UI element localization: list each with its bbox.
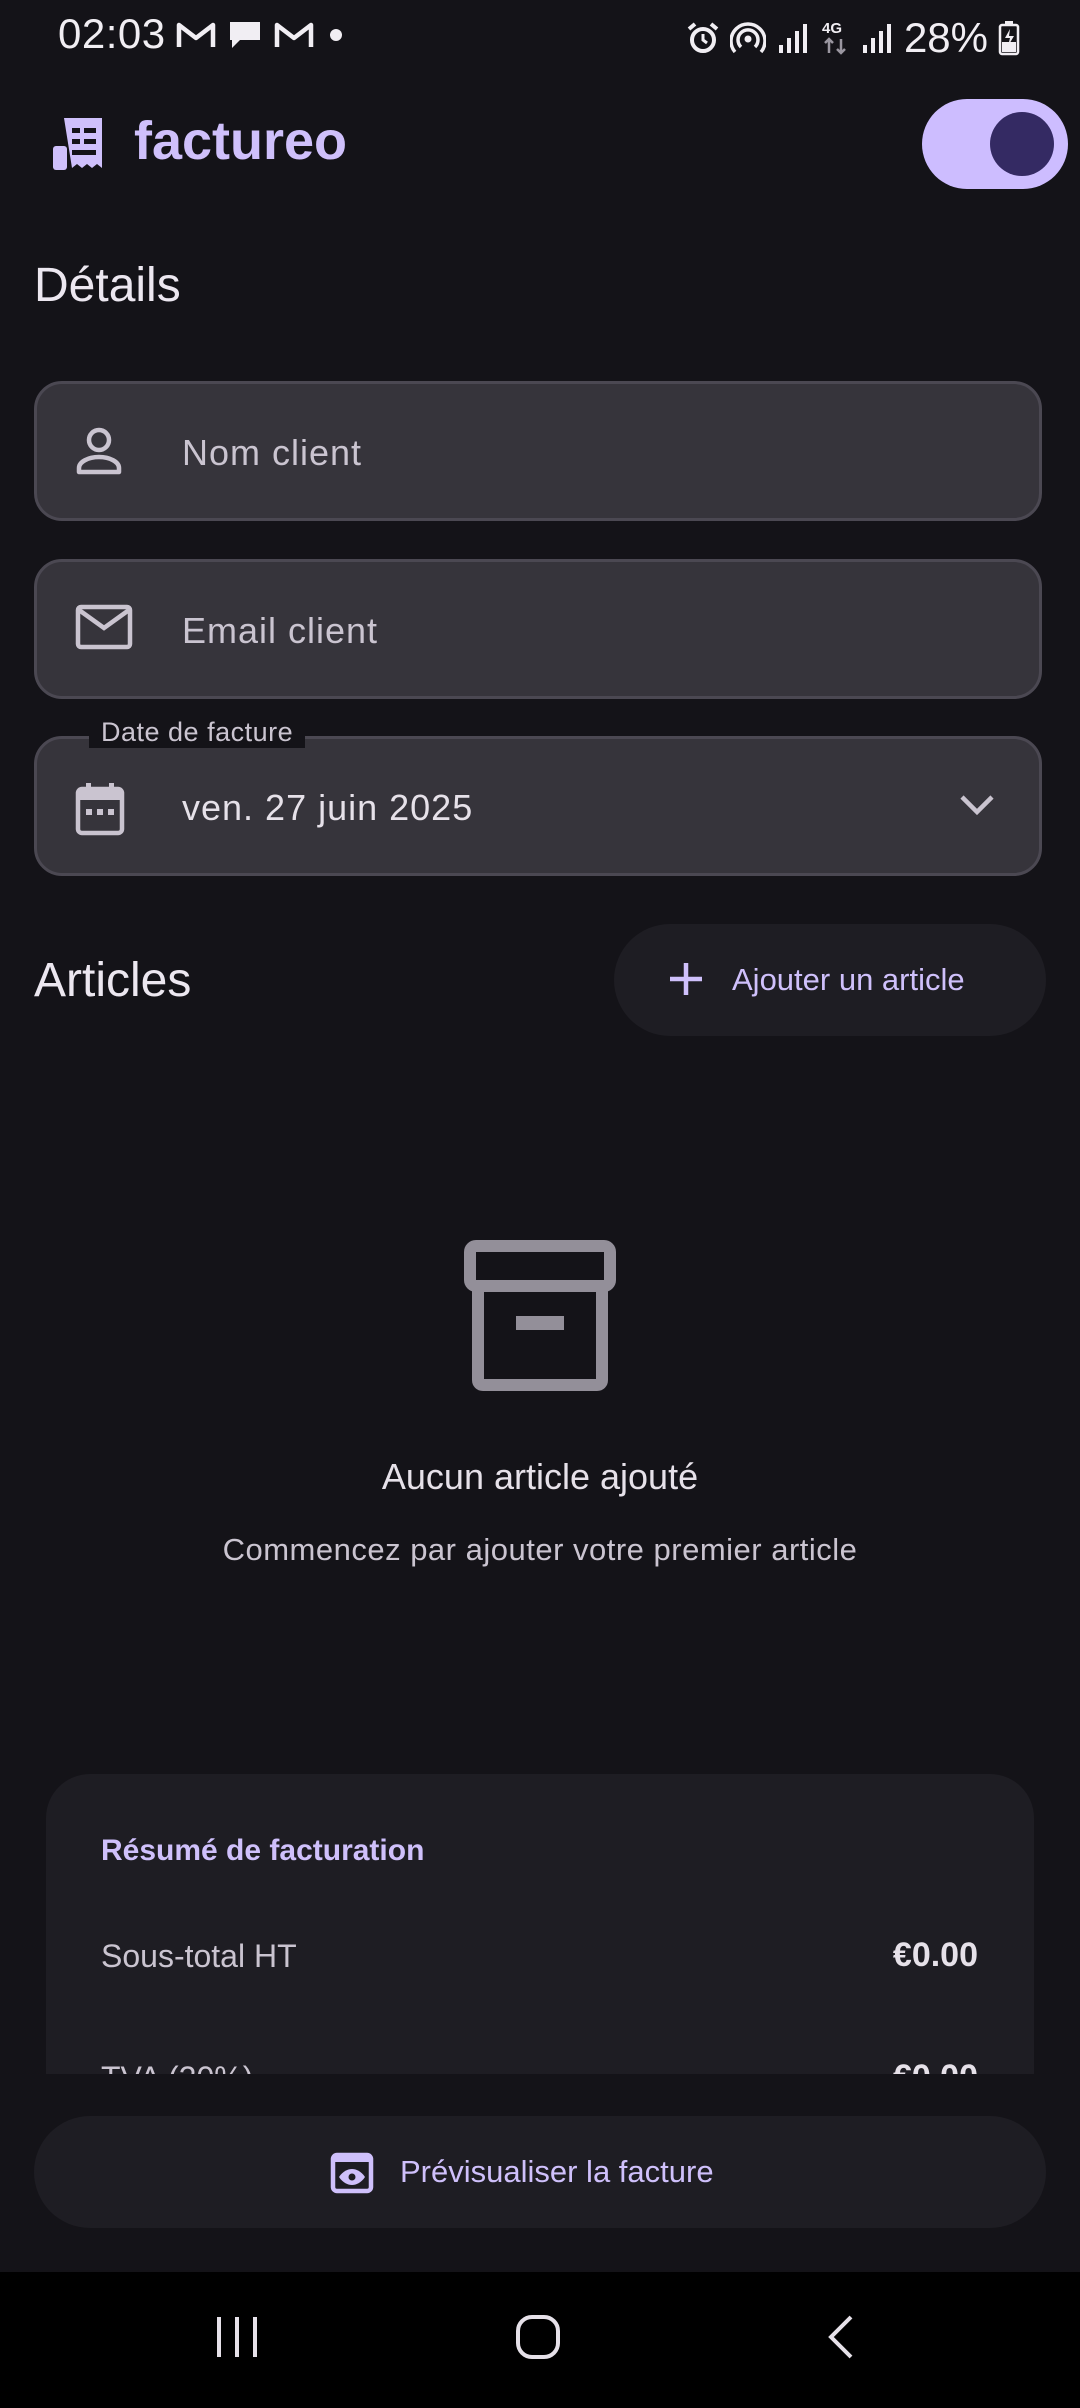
notification-icons xyxy=(176,18,348,52)
mail-icon xyxy=(75,604,133,650)
app-title: factureo xyxy=(134,111,348,171)
gmail-icon xyxy=(176,19,216,51)
plus-icon xyxy=(666,959,706,999)
empty-state-title: Aucun article ajouté xyxy=(381,1456,699,1497)
system-icons: 4G 28% xyxy=(686,14,1020,62)
signal-icon xyxy=(860,21,894,55)
empty-state-subtitle: Commencez par ajouter votre premier arti… xyxy=(222,1532,858,1567)
details-section-title: Détails xyxy=(34,259,181,312)
battery-percent: 28% xyxy=(903,14,988,61)
invoice-date-value: ven. 27 juin 2025 xyxy=(182,787,474,828)
toggle-knob xyxy=(990,112,1054,176)
client-name-field[interactable]: Nom client xyxy=(34,381,1042,521)
billing-summary-card: Résumé de facturation Sous-total HT €0.0… xyxy=(46,1774,1034,2074)
theme-toggle-switch[interactable] xyxy=(922,99,1068,189)
gmail-icon xyxy=(274,19,314,51)
preview-eye-icon xyxy=(330,2152,374,2194)
alarm-icon xyxy=(686,21,720,55)
chat-bubble-icon xyxy=(226,18,264,52)
system-navigation-bar xyxy=(0,2272,1080,2408)
client-email-field[interactable]: Email client xyxy=(34,559,1042,699)
dot-icon xyxy=(324,23,348,47)
receipt-icon xyxy=(50,116,106,174)
4g-icon: 4G xyxy=(820,19,850,57)
battery-charging-icon xyxy=(998,20,1020,56)
summary-title: Résumé de facturation xyxy=(101,1834,425,1867)
vat-value: €0.00 xyxy=(893,2058,978,2074)
articles-section-title: Articles xyxy=(34,954,192,1007)
hotspot-icon xyxy=(729,21,766,55)
client-email-placeholder: Email client xyxy=(182,610,379,651)
preview-invoice-button[interactable]: Prévisualiser la facture xyxy=(34,2116,1046,2228)
add-article-label: Ajouter un article xyxy=(732,962,965,997)
preview-invoice-label: Prévisualiser la facture xyxy=(400,2154,714,2189)
subtotal-label: Sous-total HT xyxy=(101,1938,297,1974)
calendar-icon xyxy=(75,781,125,837)
status-time: 02:03 xyxy=(58,10,166,57)
invoice-date-label: Date de facture xyxy=(89,717,306,748)
svg-text:4G: 4G xyxy=(822,20,842,37)
client-name-placeholder: Nom client xyxy=(182,432,363,473)
archive-icon xyxy=(464,1240,616,1392)
person-icon xyxy=(75,426,123,478)
invoice-date-field[interactable]: Date de facture ven. 27 juin 2025 xyxy=(34,717,1042,876)
recent-apps-icon[interactable] xyxy=(214,2314,260,2360)
add-article-button[interactable]: Ajouter un article xyxy=(614,924,1046,1036)
home-icon[interactable] xyxy=(515,2314,561,2360)
signal-icon xyxy=(776,21,810,55)
status-bar: 02:03 4G 28% xyxy=(0,0,1080,74)
vat-label: TVA (20%) xyxy=(101,2060,253,2074)
subtotal-value: €0.00 xyxy=(892,1936,978,1974)
chevron-down-icon[interactable] xyxy=(959,793,995,817)
back-icon[interactable] xyxy=(824,2314,858,2360)
